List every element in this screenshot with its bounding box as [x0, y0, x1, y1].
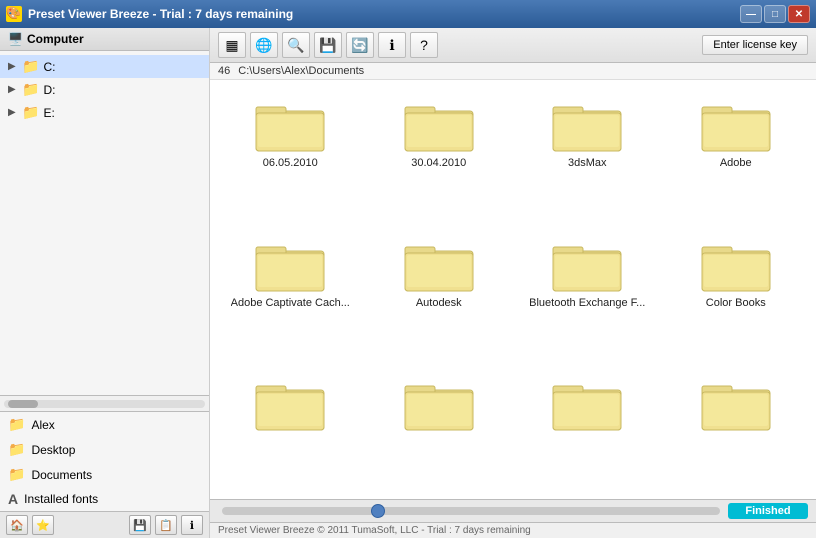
toolbar-web-button[interactable]: 🌐 — [250, 32, 278, 58]
font-icon: A — [8, 491, 18, 507]
folder-icon-svg — [551, 97, 623, 153]
file-name: Bluetooth Exchange F... — [529, 297, 645, 309]
quick-access-fonts[interactable]: A Installed fonts — [0, 487, 209, 511]
folder-icon-svg — [403, 237, 475, 293]
folder-icon-svg — [403, 97, 475, 153]
action-copy-button[interactable]: 📋 — [155, 515, 177, 535]
left-bottom-section: 📁 Alex 📁 Desktop 📁 Documents A Installed… — [0, 411, 209, 511]
bottom-bar: Finished — [210, 499, 816, 522]
slider-thumb[interactable] — [371, 504, 385, 518]
app-icon: 🎨 — [6, 6, 22, 22]
toolbar-grid-button[interactable]: ▦ — [218, 32, 246, 58]
folder-icon: 📁 — [8, 466, 25, 483]
file-name: Color Books — [706, 297, 766, 309]
toolbar-refresh-button[interactable]: 🔄 — [346, 32, 374, 58]
panel-header: 🖥️ Computer — [0, 28, 209, 51]
tree-area: ▶ 📁 C: ▶ 📁 D: ▶ 📁 E: — [0, 51, 209, 395]
path-bar: 46 C:\Users\Alex\Documents — [210, 63, 816, 80]
folder-icon: 📁 — [22, 81, 39, 98]
folder-icon: 📁 — [22, 58, 39, 75]
tree-item-e[interactable]: ▶ 📁 E: — [0, 101, 209, 124]
expand-arrow: ▶ — [8, 107, 18, 118]
item-label: Documents — [31, 468, 92, 482]
toolbar-info-button[interactable]: ℹ — [378, 32, 406, 58]
footer: Preset Viewer Breeze © 2011 TumaSoft, LL… — [210, 522, 816, 538]
computer-icon: 🖥️ — [8, 32, 23, 46]
file-item-06052010[interactable]: 06.05.2010 — [218, 88, 363, 224]
folder-icon-svg — [700, 376, 772, 432]
file-item-adobe-captivate[interactable]: Adobe Captivate Cach... — [218, 228, 363, 364]
file-item-bluetooth[interactable]: Bluetooth Exchange F... — [515, 228, 660, 364]
toolbar-help-button[interactable]: ? — [410, 32, 438, 58]
action-star-button[interactable]: ⭐ — [32, 515, 54, 535]
tree-item-d[interactable]: ▶ 📁 D: — [0, 78, 209, 101]
folder-icon: 📁 — [8, 416, 25, 433]
file-name: Adobe — [720, 157, 752, 169]
folder-icon-svg — [254, 97, 326, 153]
file-count: 46 — [218, 65, 230, 77]
file-item-row3-4[interactable] — [664, 367, 809, 491]
action-save-button[interactable]: 💾 — [129, 515, 151, 535]
action-info-button[interactable]: ℹ — [181, 515, 203, 535]
file-item-30042010[interactable]: 30.04.2010 — [367, 88, 512, 224]
action-home-button[interactable]: 🏠 — [6, 515, 28, 535]
toolbar-search-button[interactable]: 🔍 — [282, 32, 310, 58]
left-action-bar: 🏠 ⭐ 💾 📋 ℹ — [0, 511, 209, 538]
file-name: 30.04.2010 — [411, 157, 466, 169]
file-item-autodesk[interactable]: Autodesk — [367, 228, 512, 364]
folder-icon-svg — [254, 237, 326, 293]
maximize-button[interactable]: □ — [764, 5, 786, 23]
file-item-row3-1[interactable] — [218, 367, 363, 491]
folder-icon-svg — [403, 376, 475, 432]
file-grid: 06.05.2010 30.04.2010 3dsMax — [210, 80, 816, 499]
right-panel: ▦ 🌐 🔍 💾 🔄 ℹ ? Enter license key 46 C:\Us… — [210, 28, 816, 538]
item-label: Alex — [31, 418, 54, 432]
folder-icon: 📁 — [8, 441, 25, 458]
file-item-adobe[interactable]: Adobe — [664, 88, 809, 224]
minimize-button[interactable]: — — [740, 5, 762, 23]
item-label: Desktop — [31, 443, 75, 457]
file-item-row3-3[interactable] — [515, 367, 660, 491]
file-name: 3dsMax — [568, 157, 607, 169]
toolbar-save-button[interactable]: 💾 — [314, 32, 342, 58]
zoom-slider[interactable] — [222, 507, 720, 515]
file-name: Adobe Captivate Cach... — [231, 297, 350, 309]
panel-title: Computer — [27, 32, 84, 46]
app-title: Preset Viewer Breeze - Trial : 7 days re… — [28, 7, 293, 21]
quick-access-documents[interactable]: 📁 Documents — [0, 462, 209, 487]
quick-access-alex[interactable]: 📁 Alex — [0, 412, 209, 437]
file-item-color-books[interactable]: Color Books — [664, 228, 809, 364]
tree-item-label: D: — [43, 83, 55, 97]
file-item-3dsmax[interactable]: 3dsMax — [515, 88, 660, 224]
folder-icon-svg — [551, 237, 623, 293]
tree-item-label: C: — [43, 60, 55, 74]
toolbar: ▦ 🌐 🔍 💾 🔄 ℹ ? Enter license key — [210, 28, 816, 63]
left-scrollbar[interactable] — [0, 395, 209, 411]
license-button[interactable]: Enter license key — [702, 35, 808, 55]
close-button[interactable]: ✕ — [788, 5, 810, 23]
file-item-row3-2[interactable] — [367, 367, 512, 491]
expand-arrow: ▶ — [8, 61, 18, 72]
quick-access-desktop[interactable]: 📁 Desktop — [0, 437, 209, 462]
file-name: Autodesk — [416, 297, 462, 309]
expand-arrow: ▶ — [8, 84, 18, 95]
left-panel: 🖥️ Computer ▶ 📁 C: ▶ 📁 D: ▶ 📁 E: — [0, 28, 210, 538]
item-label: Installed fonts — [24, 492, 98, 506]
folder-icon-svg — [700, 97, 772, 153]
title-bar: 🎨 Preset Viewer Breeze - Trial : 7 days … — [0, 0, 816, 28]
tree-item-c[interactable]: ▶ 📁 C: — [0, 55, 209, 78]
folder-icon: 📁 — [22, 104, 39, 121]
folder-icon-svg — [254, 376, 326, 432]
footer-text: Preset Viewer Breeze © 2011 TumaSoft, LL… — [218, 525, 531, 536]
folder-icon-svg — [551, 376, 623, 432]
current-path: C:\Users\Alex\Documents — [238, 65, 364, 77]
file-name: 06.05.2010 — [263, 157, 318, 169]
tree-item-label: E: — [43, 106, 54, 120]
folder-icon-svg — [700, 237, 772, 293]
status-badge: Finished — [728, 503, 808, 519]
